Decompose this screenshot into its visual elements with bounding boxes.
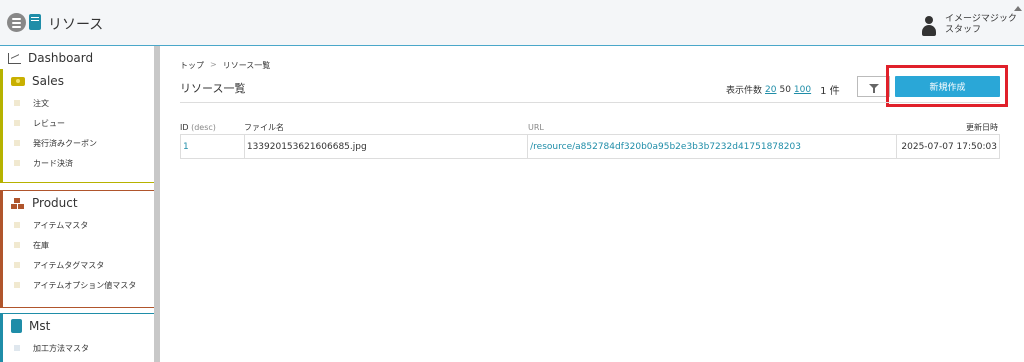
sidebar-item-label: アイテムオプション値マスタ <box>33 280 137 290</box>
sidebar-item-label: Sales <box>32 74 64 88</box>
sidebar-item-label: 加工方法マスタ <box>33 343 89 353</box>
column-header-updated: 更新日時 <box>966 122 998 132</box>
bullet-icon <box>14 242 20 248</box>
top-bar: リソース イメージマジック スタッフ <box>0 0 1024 46</box>
bullet-icon <box>14 282 20 288</box>
filter-icon <box>868 84 879 93</box>
sidebar-item-item-master[interactable]: アイテムマスタ <box>3 215 154 235</box>
sidebar-item-label: アイテムマスタ <box>33 220 89 230</box>
boxes-icon <box>11 197 25 209</box>
new-create-button[interactable]: 新規作成 <box>895 76 1000 97</box>
column-header-url: URL <box>528 122 544 132</box>
sidebar-group-sales: Sales 注文 レビュー 発行済みクーポン カード決済 <box>0 69 154 183</box>
sidebar-item-item-tag-master[interactable]: アイテムタグマスタ <box>3 255 154 275</box>
cell-file-name: 133920153621606685.jpg <box>245 134 529 159</box>
user-name-line1: イメージマジック <box>945 14 1017 24</box>
sidebar-item-label: カード決済 <box>33 158 73 168</box>
sidebar-item-processing-master[interactable]: 加工方法マスタ <box>3 338 154 358</box>
bullet-icon <box>14 120 20 126</box>
page-size-50-current: 50 <box>779 84 791 95</box>
sidebar-item-coupons[interactable]: 発行済みクーポン <box>3 133 154 153</box>
cell-id-link[interactable]: 1 <box>181 134 245 159</box>
sidebar-item-label: アイテムタグマスタ <box>33 260 105 270</box>
user-name[interactable]: イメージマジック スタッフ <box>945 14 1024 36</box>
column-header-id-label: ID <box>180 122 189 132</box>
sidebar-item-orders[interactable]: 注文 <box>3 93 154 113</box>
sidebar-item-item-option-master[interactable]: アイテムオプション値マスタ <box>3 275 154 295</box>
column-header-file-name: ファイル名 <box>244 122 284 132</box>
sidebar-item-product[interactable]: Product <box>3 191 154 215</box>
main-content: トップ > リソース一覧 リソース一覧 表示件数 20 50 100 1 件 新… <box>160 46 1012 362</box>
user-avatar-icon[interactable] <box>922 16 936 36</box>
sidebar-item-label: 在庫 <box>33 240 49 250</box>
page-size-20-link[interactable]: 20 <box>765 85 776 95</box>
cell-updated: 2025-07-07 17:50:03 <box>901 141 997 152</box>
column-header-id[interactable]: ID (desc) <box>180 123 244 132</box>
page-size-100-link[interactable]: 100 <box>794 85 811 95</box>
breadcrumb-current: リソース一覧 <box>222 61 271 70</box>
book-icon <box>29 14 41 30</box>
sidebar-group-dashboard: Dashboard <box>0 46 154 69</box>
sort-indicator: (desc) <box>191 122 216 132</box>
table-row: 1 133920153621606685.jpg /resource/a8527… <box>180 134 1000 159</box>
app-title: リソース <box>48 17 104 33</box>
page-title: リソース一覧 <box>180 82 246 95</box>
sidebar-group-product: Product アイテムマスタ 在庫 アイテムタグマスタ アイテムオプション値マ… <box>0 190 154 308</box>
total-count: 1 件 <box>820 86 840 97</box>
bullet-icon <box>14 345 20 351</box>
sidebar-item-card-payments[interactable]: カード決済 <box>3 153 154 173</box>
bullet-icon <box>14 160 20 166</box>
page-size-selector: 表示件数 20 50 100 1 件 <box>726 82 840 98</box>
scroll-up-icon[interactable] <box>1014 6 1022 11</box>
user-name-line2: スタッフ <box>945 25 982 35</box>
bullet-icon <box>14 100 20 106</box>
sidebar-group-mst: Mst 加工方法マスタ <box>0 313 154 362</box>
divider <box>180 102 1000 103</box>
breadcrumb-home[interactable]: トップ <box>180 60 204 71</box>
sidebar-item-label: レビュー <box>33 118 65 128</box>
bullet-icon <box>14 140 20 146</box>
sidebar-item-label: 注文 <box>33 98 49 108</box>
page-size-label: 表示件数 <box>726 86 763 96</box>
bullet-icon <box>14 262 20 268</box>
sidebar-item-dashboard[interactable]: Dashboard <box>0 46 154 70</box>
sidebar-item-reviews[interactable]: レビュー <box>3 113 154 133</box>
sidebar-item-stock[interactable]: 在庫 <box>3 235 154 255</box>
money-icon <box>11 76 25 86</box>
sidebar-item-label: Mst <box>29 319 51 333</box>
table-header: ID (desc) ファイル名 URL 更新日時 <box>180 120 1000 135</box>
sidebar-item-label: Dashboard <box>28 51 94 65</box>
resource-table: ID (desc) ファイル名 URL 更新日時 1 1339201536216… <box>180 120 1000 159</box>
bullet-icon <box>14 222 20 228</box>
sidebar-item-mst[interactable]: Mst <box>3 314 154 338</box>
breadcrumb: トップ > リソース一覧 <box>180 60 270 71</box>
sidebar-item-label: Product <box>32 196 78 210</box>
book-icon <box>11 319 22 333</box>
sidebar-item-label: 発行済みクーポン <box>33 138 97 148</box>
cell-url-link[interactable]: /resource/a852784df320b0a95b2e3b3b7232d4… <box>528 134 898 159</box>
chart-icon <box>8 52 21 64</box>
hamburger-menu-icon[interactable] <box>7 13 26 32</box>
breadcrumb-separator: > <box>210 60 217 69</box>
sidebar-item-sales[interactable]: Sales <box>3 69 154 93</box>
